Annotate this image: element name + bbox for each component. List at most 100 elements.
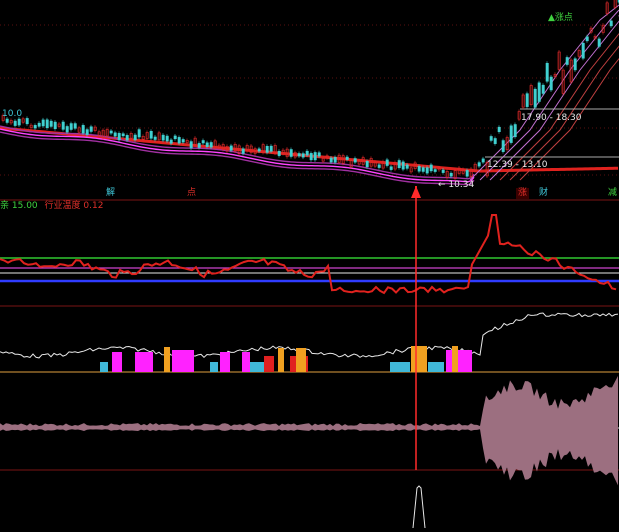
price-range-high: 17.90 - 18.30 [521,113,582,123]
signal-bar [220,352,230,372]
chart-stage[interactable]: ▲涨点 17.90 - 18.30 12.39 - 13.10 ← 10.34 … [0,0,619,529]
candle-body [297,153,301,157]
candle-body [353,158,357,163]
bottom-spike [412,485,426,529]
moving-average-magenta [0,128,475,183]
candle-body [573,58,577,71]
candle-body [181,139,185,143]
signal-bar [164,347,170,372]
candle-body [501,140,505,152]
candle-body [289,149,293,157]
moving-average-magenta [0,131,475,186]
indicator-value2: 0.12 [83,201,104,211]
indicator-value1: 15.00 [11,201,38,211]
candle-body [441,169,445,173]
signal-bar [452,346,458,372]
signal-white-line [0,312,619,359]
candle-body [609,20,613,27]
candle-body [389,166,393,170]
candle-body [425,167,429,174]
marker-jian: 减 [608,188,618,198]
chart-canvas[interactable] [0,0,619,529]
candle-body [585,36,589,42]
candle-body [189,141,193,149]
candle-body [89,126,93,132]
candle-body [201,140,205,144]
signal-bar [172,350,194,372]
candle-body [133,134,137,141]
signal-bar [446,350,472,372]
marker-zhang: 涨 [516,188,530,199]
candle-body [117,133,121,141]
candle-body [493,138,497,144]
signal-bar [210,362,218,372]
candle-body [277,151,281,156]
candle-body [229,145,233,151]
marker-dian: 点 [187,188,197,198]
candle-body [537,82,541,102]
candle-body [241,148,245,154]
channel-line [479,9,619,181]
candle-body [329,157,333,163]
candle-body [137,129,141,138]
candle-body [61,121,65,130]
signal-bar [428,362,444,372]
signal-bar [242,352,250,372]
candle-body [81,125,85,134]
marker-jie: 解 [106,188,116,198]
candle-body [125,135,129,141]
candle-body [525,93,529,107]
candle-body [65,126,69,133]
candle-body [405,164,409,169]
candle-body [581,42,585,59]
signal-bar [390,362,410,372]
candle-body [549,76,553,91]
candle-body [533,88,537,108]
signal-arrow-head [411,186,421,198]
candle-body [345,156,349,160]
indicator-title: 行业温度 [44,201,81,211]
candle-body [161,134,165,141]
candle-body [205,142,209,147]
candle-body [33,125,37,129]
candle-body [313,152,317,161]
candle-body [545,62,549,82]
candle-body [13,120,17,126]
candle-body [301,153,305,158]
indicator-header: 亲 15.00 行业温度 0.12 [0,201,103,212]
price-range-low: 12.39 - 13.10 [487,160,548,170]
candle-body [25,118,29,125]
candle-body [309,153,313,161]
candle-body [37,122,41,127]
candle-body [477,162,481,167]
candle-body [265,145,269,153]
signal-bars-layer [0,312,619,372]
candle-body [433,169,437,172]
candle-body [365,161,369,168]
candle-body [497,126,501,132]
candle-body [565,57,569,65]
candle-body [73,123,77,129]
candle-body [377,164,381,168]
candle-body [165,135,169,142]
signal-bar [250,362,264,372]
candle-body [269,145,273,152]
mountain-area-layer [0,375,619,486]
signal-bar [411,346,427,372]
candle-body [209,142,213,148]
signal-bar [264,356,274,372]
candle-body [465,170,469,177]
marker-cai: 财 [539,188,549,198]
candle-body [449,172,453,177]
candle-body [173,135,177,140]
candle-body [417,166,421,172]
signal-bar [135,352,153,372]
candle-body [509,125,513,143]
signal-bar [112,352,122,372]
candle-body [169,139,173,144]
price-layer [0,0,619,186]
candle-body [401,161,405,170]
candle-body [153,136,157,140]
candle-body [597,38,601,47]
indicator-name: 亲 [0,201,10,211]
